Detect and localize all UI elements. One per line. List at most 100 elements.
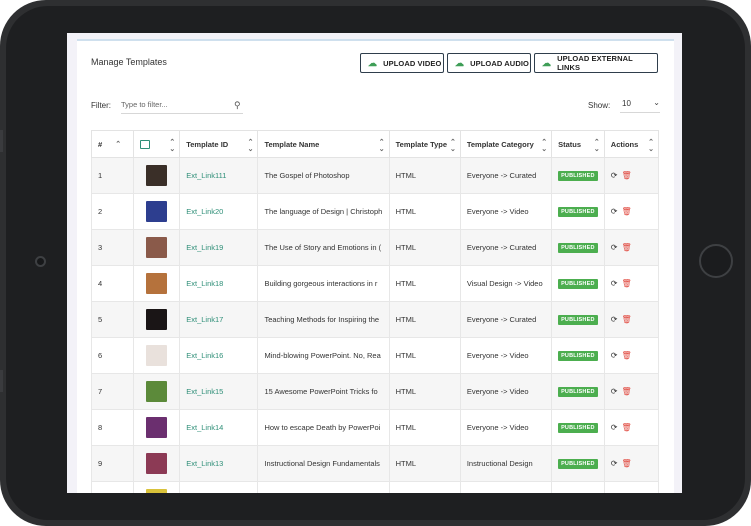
template-thumbnail[interactable]: [146, 165, 168, 186]
status-cell: PUBLISHED: [551, 481, 605, 493]
trash-icon[interactable]: 🗑: [622, 351, 632, 360]
template-id-link[interactable]: Ext_Link17: [179, 301, 259, 338]
template-id-link[interactable]: Ext_Link111: [179, 157, 259, 194]
cloud-upload-icon: ☁: [542, 57, 552, 68]
actions-cell: ⟳🗑: [603, 481, 660, 493]
table-row[interactable]: 9 Ext_Link13 Instructional Design Fundamen…: [90, 445, 660, 482]
template-thumbnail[interactable]: [146, 345, 168, 366]
search-icon[interactable]: ⚲: [234, 100, 241, 111]
template-id-link[interactable]: Ext_Link14: [179, 409, 259, 446]
table-row[interactable]: 6 Ext_Link16 Mind-blowing PowerPoint. No, …: [90, 337, 660, 374]
template-id-link[interactable]: Ext_Link18: [179, 265, 259, 302]
camera-icon: [35, 256, 46, 267]
trash-icon[interactable]: 🗑: [622, 315, 632, 324]
template-thumbnail[interactable]: [146, 309, 168, 330]
home-button[interactable]: [699, 244, 733, 278]
status-badge: PUBLISHED: [558, 243, 598, 253]
row-thumbnail-cell: [133, 301, 181, 338]
status-cell: PUBLISHED: [551, 373, 605, 410]
template-category: Everyone -> Video: [459, 193, 553, 230]
refresh-icon[interactable]: ⟳: [611, 171, 618, 180]
template-name: Building gorgeous interactions in r: [257, 265, 390, 302]
column-header-thumbnail[interactable]: ⌃ ⌄: [133, 130, 181, 158]
column-header-status[interactable]: Status ⌃ ⌄: [551, 130, 605, 158]
filter-input[interactable]: [121, 96, 243, 114]
template-type: HTML: [388, 445, 461, 482]
template-type: HTML: [388, 193, 461, 230]
side-button-bottom: [0, 370, 3, 392]
cloud-upload-icon: ☁: [455, 57, 465, 68]
row-thumbnail-cell: [133, 373, 181, 410]
status-badge: PUBLISHED: [558, 351, 598, 361]
table-header-row: # ⌃ ⌃ ⌄ Template ID ⌃ ⌄ Template Name ⌃ …: [90, 130, 660, 158]
filter-label: Filter:: [91, 101, 111, 110]
template-thumbnail[interactable]: [146, 237, 168, 258]
template-category: Visual Design -> Video: [459, 265, 553, 302]
column-header-number[interactable]: # ⌃: [90, 130, 135, 158]
template-name: Mind-blowing PowerPoint. No, Rea: [257, 337, 390, 374]
upload-external-links-button[interactable]: ☁ UPLOAD EXTERNAL LINKS: [534, 53, 658, 73]
row-thumbnail-cell: [133, 337, 181, 374]
refresh-icon[interactable]: ⟳: [611, 315, 618, 324]
row-number: 3: [90, 229, 135, 266]
column-header-template-category[interactable]: Template Category ⌃ ⌄: [459, 130, 553, 158]
refresh-icon[interactable]: ⟳: [611, 351, 618, 360]
trash-icon[interactable]: 🗑: [622, 207, 632, 216]
table-row[interactable]: 2 Ext_Link20 The language of Design | Chri…: [90, 193, 660, 230]
template-id-link[interactable]: Ext_Link15: [179, 373, 259, 410]
template-id-link[interactable]: Ext_Link19: [179, 229, 259, 266]
trash-icon[interactable]: 🗑: [622, 171, 632, 180]
table-row[interactable]: 10 Ext_Link1210 Ways To Use Microlearning…: [90, 481, 660, 493]
status-badge: PUBLISHED: [558, 459, 598, 469]
template-category: Everyone -> Video: [459, 373, 553, 410]
template-category: Instructional Design: [459, 445, 553, 482]
sort-icon: ⌃ ⌄: [378, 139, 385, 153]
refresh-icon[interactable]: ⟳: [611, 243, 618, 252]
upload-audio-button[interactable]: ☁ UPLOAD AUDIO: [447, 53, 531, 73]
template-type: HTML: [388, 481, 461, 493]
template-id-link[interactable]: Ext_Link13: [179, 445, 259, 482]
status-badge: PUBLISHED: [558, 279, 598, 289]
trash-icon[interactable]: 🗑: [622, 279, 632, 288]
table-row[interactable]: 3 Ext_Link19 The Use of Story and Emotions…: [90, 229, 660, 266]
template-id-link[interactable]: Ext_Link16: [179, 337, 259, 374]
template-thumbnail[interactable]: [146, 273, 168, 294]
row-thumbnail-cell: [133, 193, 181, 230]
column-header-actions[interactable]: Actions ⌃ ⌄: [603, 130, 660, 158]
table-row[interactable]: 7 Ext_Link15 15 Awesome PowerPoint Tricks …: [90, 373, 660, 410]
refresh-icon[interactable]: ⟳: [611, 423, 618, 432]
row-thumbnail-cell: [133, 265, 181, 302]
trash-icon[interactable]: 🗑: [622, 243, 632, 252]
column-header-template-id[interactable]: Template ID ⌃ ⌄: [179, 130, 259, 158]
trash-icon[interactable]: 🗑: [622, 423, 632, 432]
status-cell: PUBLISHED: [551, 301, 605, 338]
table-row[interactable]: 5 Ext_Link17 Teaching Methods for Inspirin…: [90, 301, 660, 338]
template-thumbnail[interactable]: [146, 381, 168, 402]
row-number: 2: [90, 193, 135, 230]
trash-icon[interactable]: 🗑: [622, 459, 632, 468]
template-id-link[interactable]: Ext_Link12: [179, 481, 259, 493]
template-name: How to escape Death by PowerPoi: [257, 409, 390, 446]
column-header-template-name[interactable]: Template Name ⌃ ⌄: [257, 130, 390, 158]
template-id-link[interactable]: Ext_Link20: [179, 193, 259, 230]
upload-video-button[interactable]: ☁ UPLOAD VIDEO: [360, 53, 444, 73]
table-row[interactable]: 4 Ext_Link18 Building gorgeous interaction…: [90, 265, 660, 302]
row-thumbnail-cell: [133, 229, 181, 266]
trash-icon[interactable]: 🗑: [622, 387, 632, 396]
refresh-icon[interactable]: ⟳: [611, 279, 618, 288]
template-thumbnail[interactable]: [146, 453, 168, 474]
refresh-icon[interactable]: ⟳: [611, 207, 618, 216]
table-row[interactable]: 1 Ext_Link111 The Gospel of Photoshop HTML E…: [90, 157, 660, 194]
template-thumbnail[interactable]: [146, 201, 168, 222]
show-entries-select[interactable]: 10 ⌄: [620, 97, 660, 113]
sort-icon: ⌃ ⌄: [541, 139, 548, 153]
template-thumbnail[interactable]: [146, 417, 168, 438]
template-type: HTML: [388, 157, 461, 194]
column-header-template-type[interactable]: Template Type ⌃ ⌄: [388, 130, 461, 158]
table-row[interactable]: 8 Ext_Link14 How to escape Death by PowerP…: [90, 409, 660, 446]
template-category: Everyone -> Video: [459, 409, 553, 446]
template-thumbnail[interactable]: [146, 489, 168, 493]
refresh-icon[interactable]: ⟳: [611, 459, 618, 468]
template-name: Teaching Methods for Inspiring the: [257, 301, 390, 338]
refresh-icon[interactable]: ⟳: [611, 387, 618, 396]
